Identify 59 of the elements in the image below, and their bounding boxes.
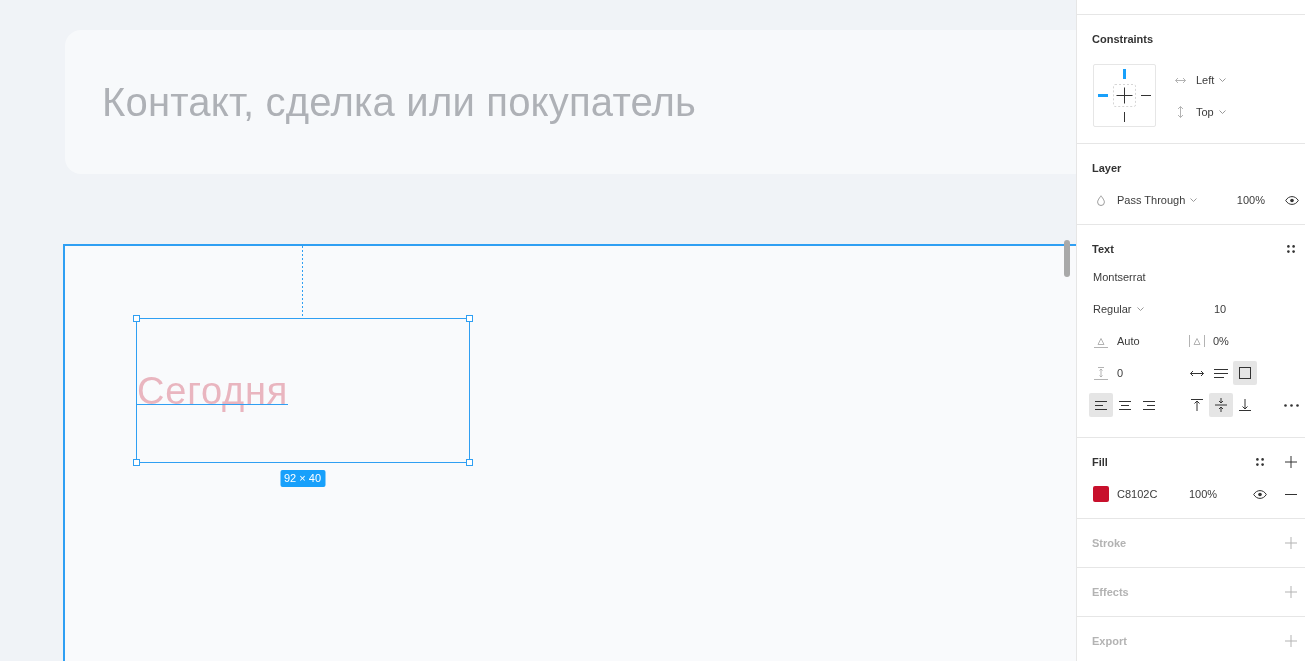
horizontal-constraint-dropdown[interactable]: Left bbox=[1192, 70, 1231, 90]
more-icon bbox=[1283, 403, 1299, 407]
letter-spacing-field[interactable]: 0% bbox=[1213, 334, 1229, 348]
paragraph-spacing-field[interactable]: 0 bbox=[1117, 366, 1124, 380]
selection-box[interactable] bbox=[136, 318, 470, 463]
align-center-icon bbox=[1119, 400, 1131, 410]
resize-handle[interactable] bbox=[133, 459, 140, 466]
chevron-down-icon bbox=[1190, 198, 1198, 202]
horizontal-arrows-icon bbox=[1175, 76, 1186, 84]
vertical-arrows-icon bbox=[1177, 106, 1184, 118]
spacing-guide bbox=[302, 246, 303, 318]
drop-icon bbox=[1097, 194, 1105, 206]
section-title: Text bbox=[1092, 242, 1114, 256]
plus-icon bbox=[1285, 537, 1297, 549]
blend-mode-dropdown[interactable]: Pass Through bbox=[1113, 190, 1202, 210]
resize-handle[interactable] bbox=[133, 315, 140, 322]
vertical-constraint-dropdown[interactable]: Top bbox=[1192, 102, 1230, 122]
resize-handle[interactable] bbox=[466, 315, 473, 322]
resize-handle[interactable] bbox=[466, 459, 473, 466]
section-title: Stroke bbox=[1092, 536, 1127, 550]
hex-color-field[interactable]: C8102C bbox=[1117, 487, 1158, 501]
align-top-icon bbox=[1191, 399, 1203, 411]
align-middle-icon bbox=[1215, 398, 1227, 412]
dots-grid-icon bbox=[1256, 458, 1264, 466]
font-style-dropdown[interactable]: Regular bbox=[1089, 299, 1148, 319]
opacity-field[interactable]: 100% bbox=[1236, 193, 1265, 207]
align-left-icon bbox=[1095, 400, 1107, 410]
minus-icon bbox=[1285, 493, 1297, 495]
square-icon bbox=[1239, 367, 1251, 379]
eye-icon bbox=[1253, 489, 1267, 499]
section-title: Export bbox=[1092, 634, 1127, 648]
color-swatch[interactable] bbox=[1093, 486, 1109, 502]
font-family-dropdown[interactable]: Montserrat bbox=[1089, 267, 1150, 287]
chevron-down-icon bbox=[1136, 307, 1144, 311]
section-title: Layer bbox=[1092, 161, 1122, 175]
plus-icon bbox=[1285, 635, 1297, 647]
plus-icon bbox=[1285, 456, 1297, 468]
section-title: Constraints bbox=[1092, 32, 1154, 46]
line-height-field[interactable]: Auto bbox=[1117, 334, 1140, 348]
plus-icon bbox=[1285, 586, 1297, 598]
eye-icon bbox=[1285, 195, 1299, 205]
section-title: Fill bbox=[1092, 455, 1108, 469]
font-size-field[interactable]: 10 bbox=[1214, 302, 1227, 316]
paragraph-spacing-icon bbox=[1094, 366, 1108, 380]
chevron-down-icon bbox=[1218, 110, 1226, 114]
align-right-icon bbox=[1143, 400, 1155, 410]
lines-icon bbox=[1214, 368, 1228, 378]
fill-opacity-field[interactable]: 100% bbox=[1189, 487, 1218, 501]
horizontal-arrows-icon bbox=[1190, 369, 1204, 377]
scrollbar-thumb[interactable] bbox=[1064, 240, 1070, 277]
fixed-size-button[interactable] bbox=[1233, 361, 1257, 385]
chevron-down-icon bbox=[1219, 78, 1227, 82]
size-badge: 92 × 40 bbox=[280, 470, 325, 487]
align-bottom-icon bbox=[1239, 399, 1251, 411]
dots-grid-icon bbox=[1287, 245, 1295, 253]
letter-spacing-icon bbox=[1189, 335, 1205, 347]
align-left-button[interactable] bbox=[1089, 393, 1113, 417]
section-title: Effects bbox=[1092, 585, 1129, 599]
search-field[interactable]: Контакт, сделка или покупатель bbox=[65, 30, 1076, 174]
